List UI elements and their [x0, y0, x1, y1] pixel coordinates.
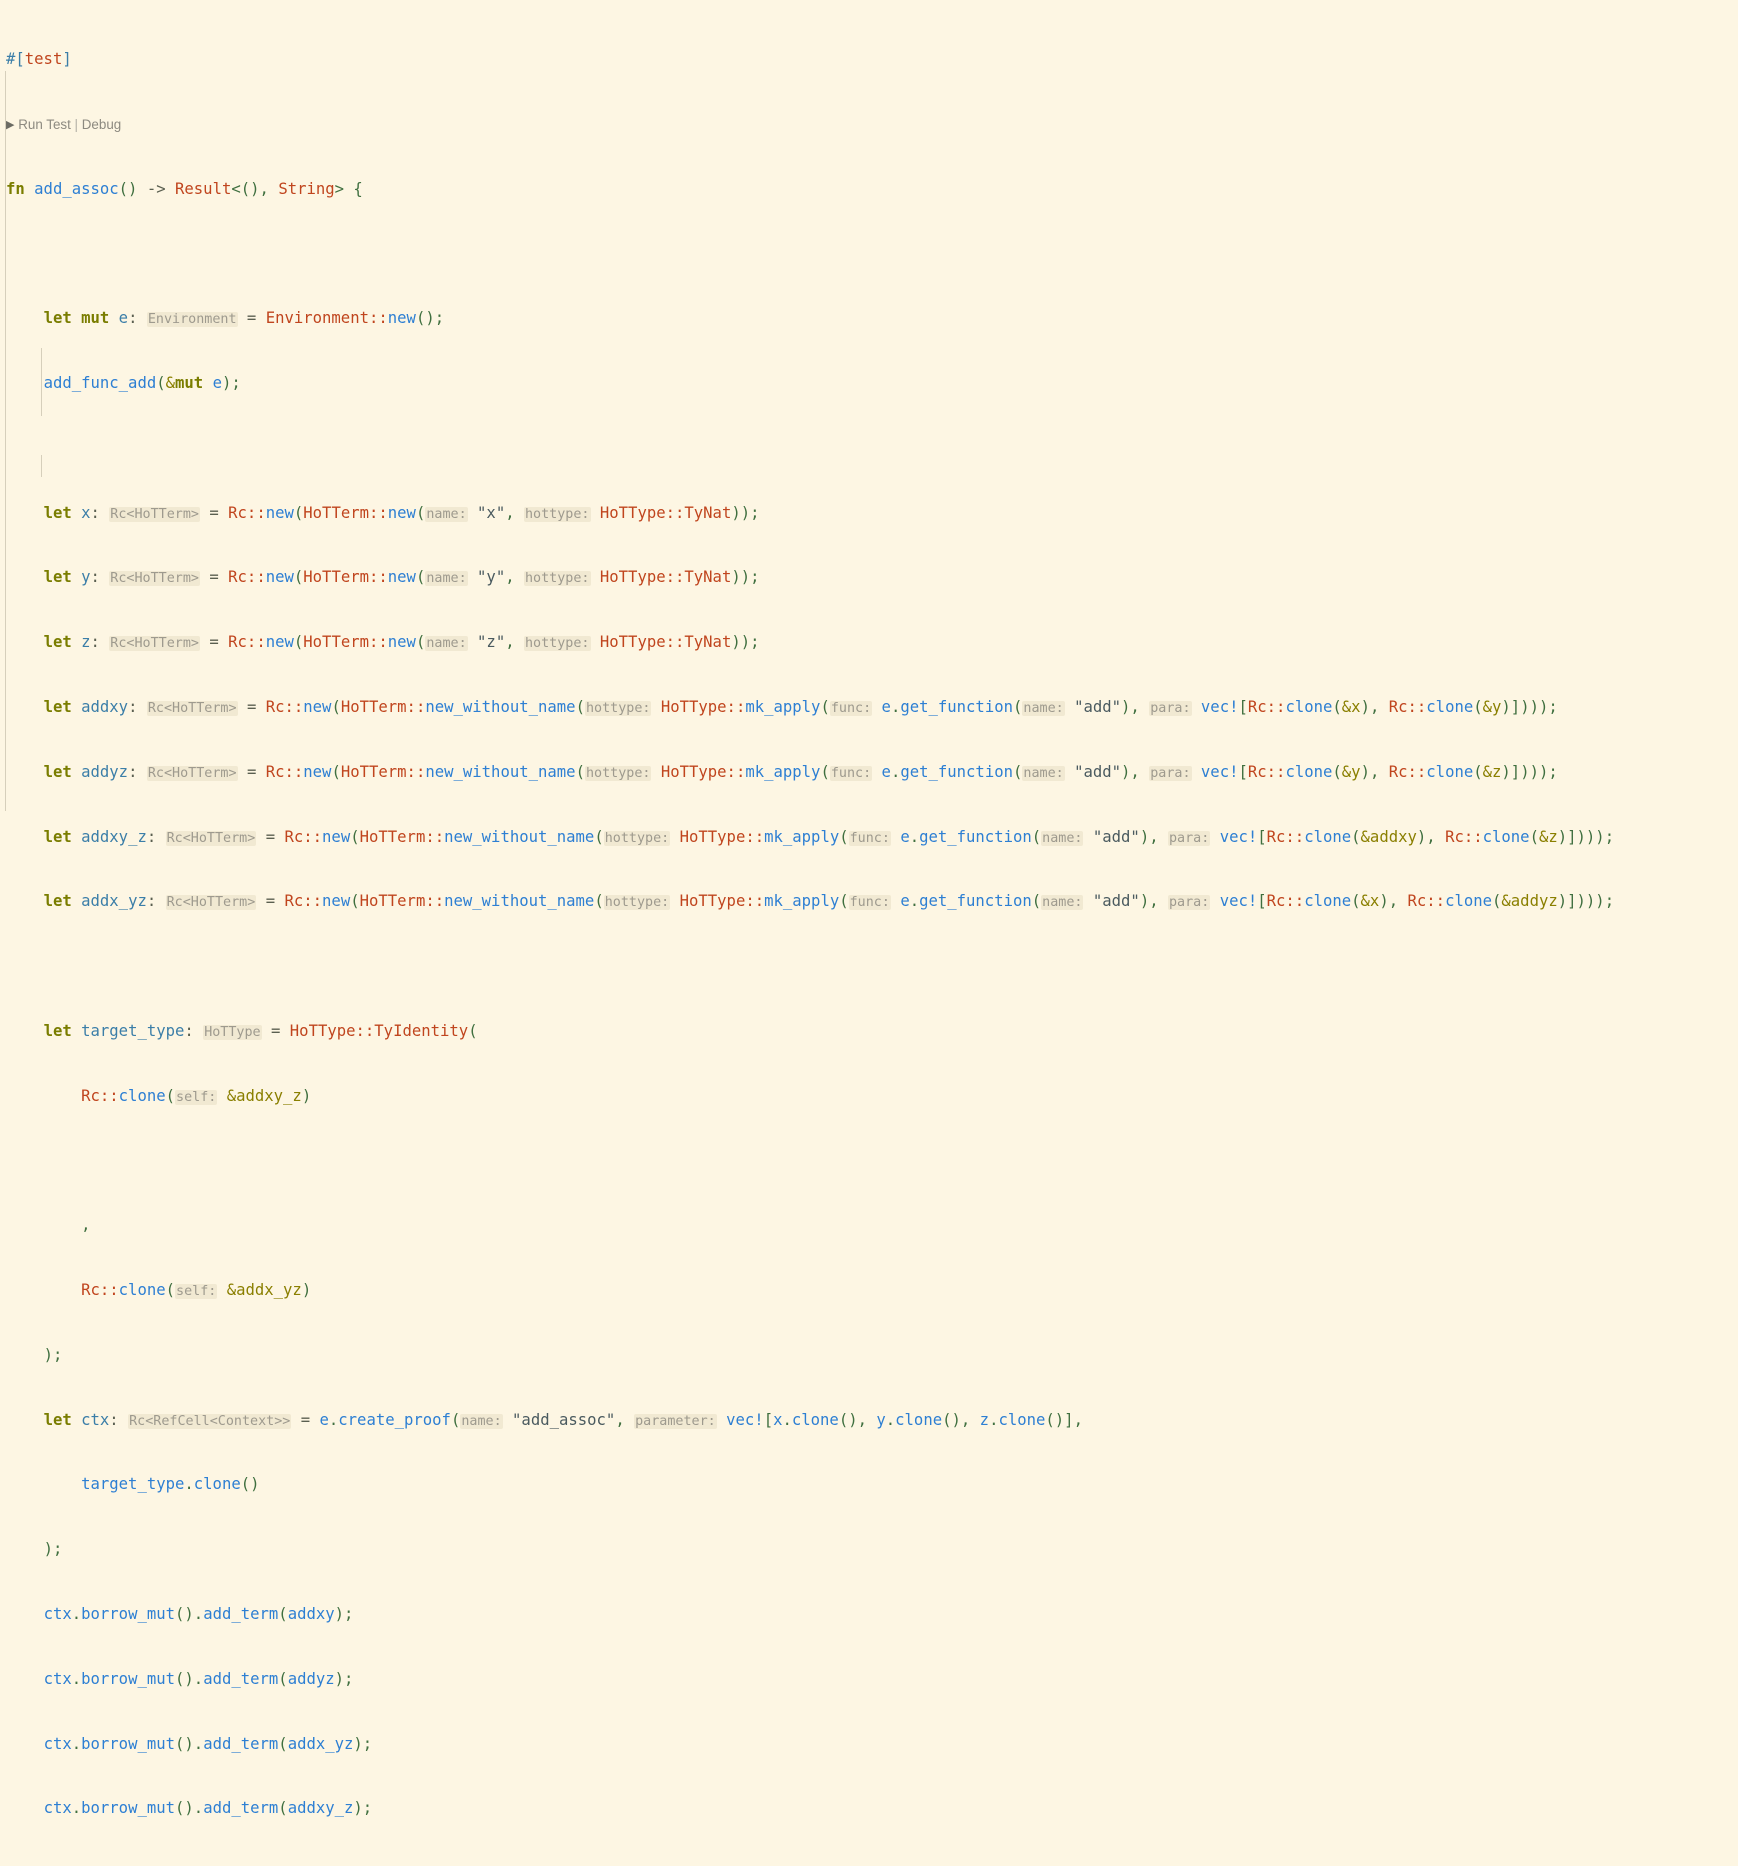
code-line-add-func-add: add_func_add(&mut e);: [43, 374, 241, 393]
code-line-let-z: let z: Rc<HoTTerm> = Rc::new(HoTTerm::ne…: [43, 633, 760, 652]
code-line-let-ctx: let ctx: Rc<RefCell<Context>> = e.create…: [43, 1410, 1083, 1429]
code-line-target-type-clone: target_type.clone(): [81, 1475, 260, 1494]
code-line-add-term-addxy-z: ctx.borrow_mut().add_term(addxy_z);: [43, 1799, 373, 1818]
play-triangle-icon[interactable]: ▶: [6, 115, 14, 137]
code-line-let-addxy-z: let addxy_z: Rc<HoTTerm> = Rc::new(HoTTe…: [43, 827, 1615, 846]
code-line-let-ind-ctx: let ind_ctx: Vec<(Rc<RefCell<Context>>, …: [6, 1863, 1738, 1866]
code-line-clone-addxy-z: Rc::clone(self: &addxy_z): [81, 1086, 312, 1105]
code-line-fn-signature: fn add_assoc() -> Result<(), String> {: [6, 179, 363, 198]
debug-label[interactable]: Debug: [82, 117, 121, 132]
code-line-let-e: let mut e: Environment = Environment::ne…: [43, 309, 445, 328]
code-editor[interactable]: #[test] ▶ Run Test | Debug fn add_assoc(…: [0, 0, 1738, 1866]
code-line-add-term-addyz: ctx.borrow_mut().add_term(addyz);: [43, 1669, 354, 1688]
run-test-label[interactable]: Run Test: [18, 117, 71, 132]
code-content[interactable]: #[test] ▶ Run Test | Debug fn add_assoc(…: [6, 6, 1738, 1866]
code-line-close-create-proof: );: [43, 1540, 63, 1559]
code-line-comma: ,: [81, 1216, 91, 1235]
code-line-let-addx-yz: let addx_yz: Rc<HoTTerm> = Rc::new(HoTTe…: [43, 892, 1615, 911]
code-line-add-term-addx-yz: ctx.borrow_mut().add_term(addx_yz);: [43, 1734, 373, 1753]
code-line-attribute: #[test]: [6, 50, 72, 69]
code-line-close-target-type: );: [43, 1345, 63, 1364]
code-line-add-term-addxy: ctx.borrow_mut().add_term(addxy);: [43, 1604, 354, 1623]
code-line-let-addxy: let addxy: Rc<HoTTerm> = Rc::new(HoTTerm…: [43, 698, 1558, 716]
code-line-let-y: let y: Rc<HoTTerm> = Rc::new(HoTTerm::ne…: [43, 568, 760, 587]
code-line-clone-addx-yz: Rc::clone(self: &addx_yz): [81, 1281, 312, 1300]
code-line-let-x: let x: Rc<HoTTerm> = Rc::new(HoTTerm::ne…: [43, 503, 760, 522]
code-line-let-addyz: let addyz: Rc<HoTTerm> = Rc::new(HoTTerm…: [43, 762, 1558, 781]
run-test-gutter-action[interactable]: ▶ Run Test | Debug: [6, 114, 1738, 136]
code-line-let-target-type: let target_type: HoTType = HoTType::TyId…: [43, 1021, 478, 1040]
gutter-separator: |: [74, 116, 79, 132]
